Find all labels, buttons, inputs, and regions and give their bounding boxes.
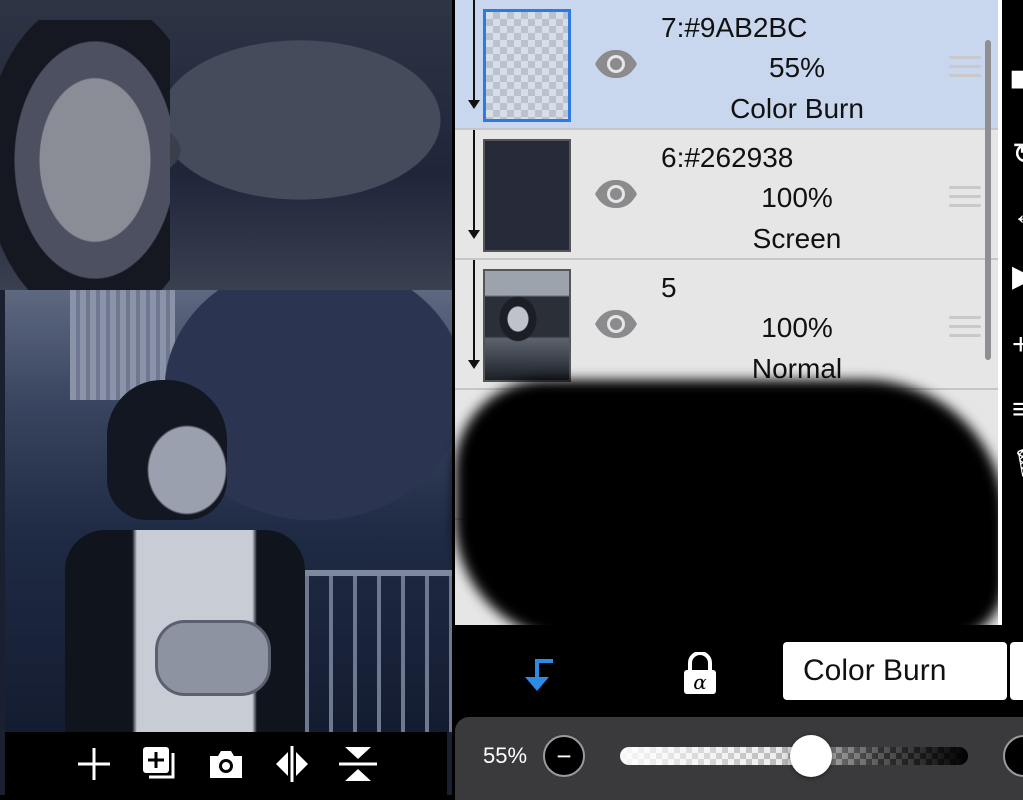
layer-thumbnail[interactable] bbox=[483, 9, 571, 122]
redaction-scribble bbox=[455, 380, 1005, 640]
svg-text:α: α bbox=[693, 670, 707, 694]
layer-name: 5 bbox=[661, 272, 677, 303]
trash-icon[interactable]: 🗑 bbox=[1012, 450, 1023, 480]
camera-icon[interactable] bbox=[206, 744, 246, 784]
visibility-eye-icon[interactable] bbox=[593, 178, 639, 210]
clip-arrow-icon bbox=[468, 360, 480, 369]
layer-row[interactable]: 6:#262938 100% Screen bbox=[455, 130, 998, 260]
canvas-photo-bottom bbox=[5, 290, 452, 732]
add-copy-icon[interactable] bbox=[140, 744, 180, 784]
shirt-print bbox=[155, 620, 271, 696]
layer-opacity: 100% bbox=[761, 182, 833, 213]
visibility-eye-icon[interactable] bbox=[593, 48, 639, 80]
play-icon[interactable]: ▶ bbox=[1012, 262, 1023, 292]
clip-line bbox=[473, 0, 475, 100]
side-toolbar: ▚ ↻ ← ▶ + ≡ 🗑 bbox=[998, 0, 1023, 625]
layer-opacity: 55% bbox=[768, 52, 826, 83]
person-figure bbox=[65, 380, 315, 732]
canvas-toolbar bbox=[5, 732, 447, 795]
opacity-decrease-button[interactable]: − bbox=[543, 735, 585, 777]
add-layer-icon[interactable] bbox=[74, 744, 114, 784]
flatten-icon[interactable]: ≡ bbox=[1012, 395, 1023, 425]
layer-thumbnail[interactable] bbox=[483, 139, 571, 252]
layer-opacity: 100% bbox=[761, 312, 833, 343]
visibility-eye-icon[interactable] bbox=[593, 308, 639, 340]
blend-mode-select[interactable]: Color Burn bbox=[783, 642, 1007, 700]
layer-name: 6:#262938 bbox=[661, 142, 794, 173]
layer-thumbnail[interactable] bbox=[483, 269, 571, 382]
flip-horizontal-icon[interactable] bbox=[272, 744, 312, 784]
opacity-increase-button[interactable] bbox=[1003, 735, 1023, 777]
layer-name: 7:#9AB2BC bbox=[661, 12, 808, 43]
clip-line bbox=[473, 260, 475, 360]
alpha-lock-icon[interactable]: α bbox=[680, 652, 720, 696]
head bbox=[107, 380, 227, 520]
opacity-slider-thumb[interactable] bbox=[790, 735, 833, 777]
layer-tools-bar: α Color Burn bbox=[455, 627, 1023, 717]
layer-row[interactable]: 5 100% Normal bbox=[455, 260, 998, 390]
blend-mode-arrow[interactable] bbox=[1010, 642, 1023, 700]
checker-icon[interactable]: ▚ bbox=[1012, 75, 1023, 105]
clip-arrow-icon bbox=[468, 100, 480, 109]
arrow-left-icon[interactable]: ← bbox=[1012, 200, 1023, 230]
drag-handle-icon[interactable] bbox=[949, 56, 981, 78]
canvas-photo-top bbox=[0, 0, 452, 290]
opacity-control: 55% − bbox=[455, 717, 1023, 800]
scrollbar[interactable] bbox=[985, 40, 991, 360]
clip-arrow-icon bbox=[468, 230, 480, 239]
clipping-toggle-icon[interactable] bbox=[517, 655, 557, 695]
canvas[interactable] bbox=[0, 0, 452, 795]
drag-handle-icon[interactable] bbox=[949, 186, 981, 208]
flip-vertical-icon[interactable] bbox=[338, 744, 378, 784]
clip-line bbox=[473, 130, 475, 230]
opacity-value: 55% bbox=[483, 743, 528, 768]
layer-row[interactable]: 7:#9AB2BC 55% Color Burn bbox=[455, 0, 998, 130]
layer-blend-mode: Screen bbox=[752, 223, 842, 254]
rotate-icon[interactable]: ↻ bbox=[1012, 140, 1023, 170]
drag-handle-icon[interactable] bbox=[949, 316, 981, 338]
layer-blend-mode: Color Burn bbox=[730, 93, 864, 124]
merge-icon[interactable]: + bbox=[1012, 330, 1023, 360]
